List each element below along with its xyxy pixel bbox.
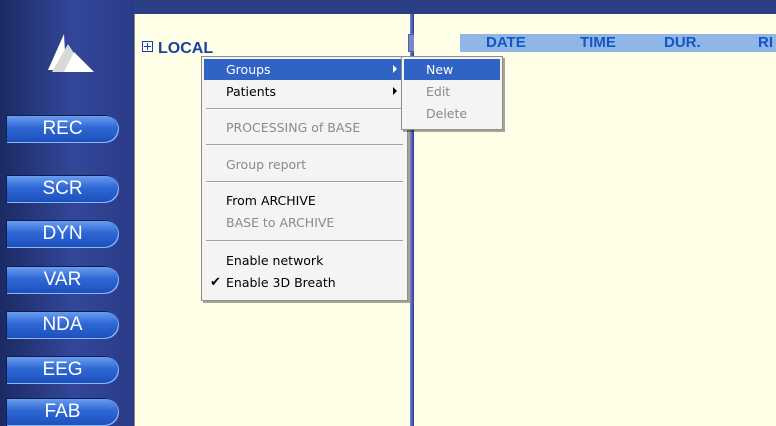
context-menu: Groups Patients PROCESSING of BASE Group… <box>201 56 408 301</box>
menu-item-enable-3d-breath-label: Enable 3D Breath <box>226 275 336 290</box>
groups-submenu: New Edit Delete <box>401 56 503 130</box>
menu-item-group-report[interactable]: Group report <box>204 154 405 175</box>
column-ri[interactable]: RI <box>758 34 773 52</box>
menu-separator <box>206 108 403 110</box>
column-duration[interactable]: DUR. <box>664 34 701 52</box>
menu-item-patients-label: Patients <box>226 84 277 99</box>
menu-separator <box>206 240 403 242</box>
submenu-arrow-icon <box>393 65 397 73</box>
menu-item-base-to-archive[interactable]: BASE to ARCHIVE <box>204 212 405 233</box>
expand-plus-icon[interactable] <box>142 41 153 52</box>
submenu-item-delete[interactable]: Delete <box>404 103 500 124</box>
var-button[interactable]: VAR <box>6 266 119 294</box>
menu-item-enable-network[interactable]: Enable network <box>204 250 405 271</box>
menu-item-enable-3d-breath[interactable]: ✔ Enable 3D Breath <box>204 272 405 293</box>
eeg-button[interactable]: EEG <box>6 356 119 384</box>
dyn-button[interactable]: DYN <box>6 220 119 248</box>
fab-button[interactable]: FAB <box>6 398 119 426</box>
column-date[interactable]: DATE <box>486 34 526 52</box>
sidebar: REC SCR DYN VAR NDA EEG FAB <box>0 0 134 426</box>
menu-item-groups-label: Groups <box>226 62 271 77</box>
menu-item-groups[interactable]: Groups <box>204 59 405 80</box>
submenu-item-edit[interactable]: Edit <box>404 81 500 102</box>
app-logo-icon <box>48 34 94 72</box>
menu-item-patients[interactable]: Patients <box>204 81 405 102</box>
scr-button[interactable]: SCR <box>6 175 119 203</box>
menu-separator <box>206 144 403 146</box>
menu-item-processing[interactable]: PROCESSING of BASE <box>204 117 405 138</box>
menu-item-from-archive[interactable]: From ARCHIVE <box>204 190 405 211</box>
menu-separator <box>206 181 403 183</box>
rec-button[interactable]: REC <box>6 115 119 143</box>
checkmark-icon: ✔ <box>210 275 221 290</box>
submenu-item-new[interactable]: New <box>404 59 500 80</box>
column-time[interactable]: TIME <box>580 34 616 52</box>
nda-button[interactable]: NDA <box>6 311 119 339</box>
tree-root-label: LOCAL <box>158 40 214 57</box>
submenu-arrow-icon <box>393 87 397 95</box>
